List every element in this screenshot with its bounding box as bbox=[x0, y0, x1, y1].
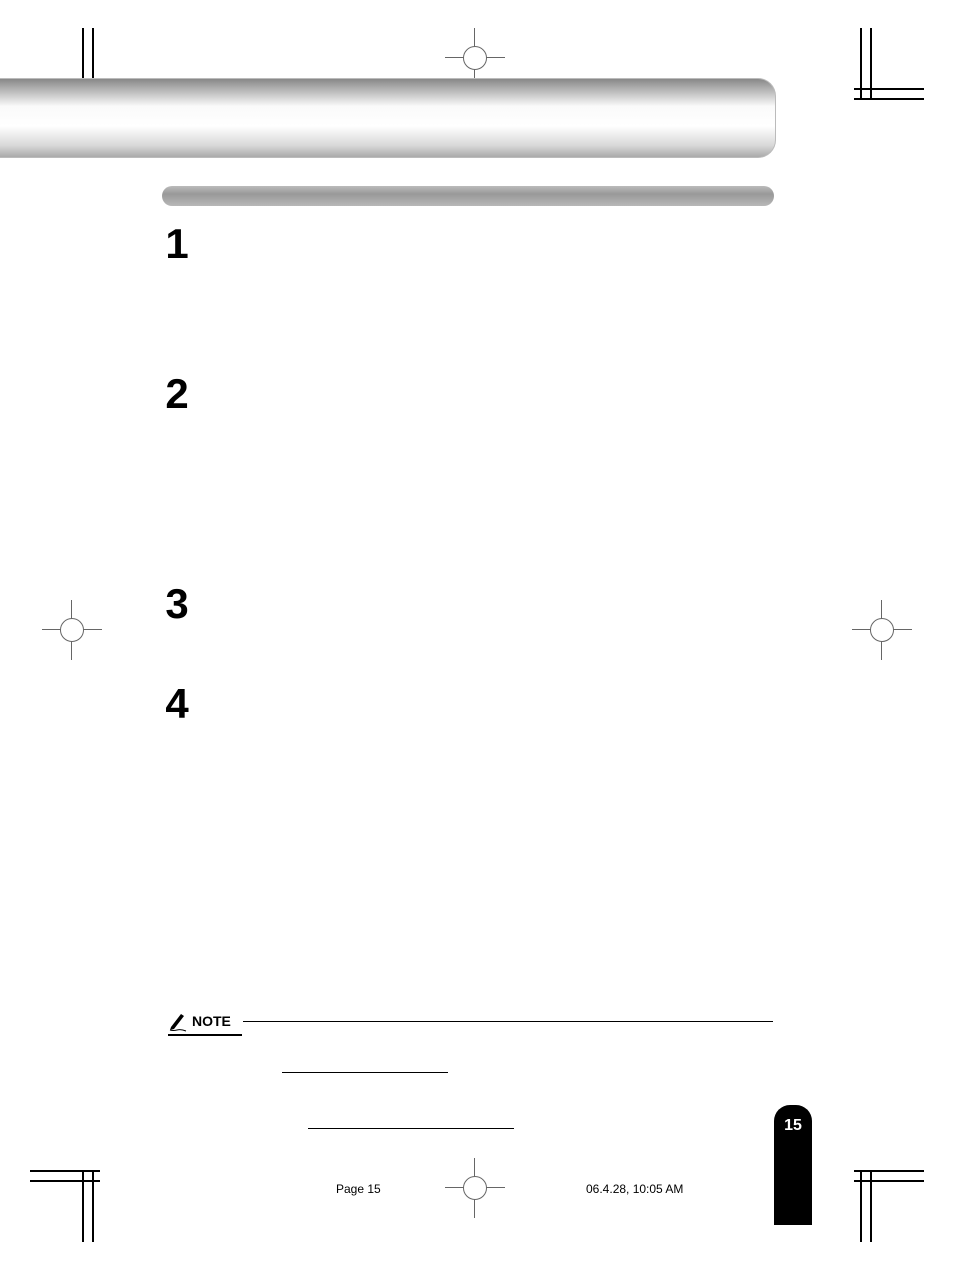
note-ref-line-2 bbox=[308, 1128, 514, 1129]
pencil-icon bbox=[168, 1010, 188, 1032]
step-number-3: 3 bbox=[162, 580, 192, 628]
crop-mark-br bbox=[844, 1142, 924, 1242]
note-block: NOTE bbox=[168, 1010, 773, 1036]
footer-date: 06.4.28, 10:05 AM bbox=[586, 1182, 683, 1196]
footer-page-number: Page 15 bbox=[336, 1182, 381, 1196]
note-label: NOTE bbox=[192, 1013, 231, 1029]
crop-mark-bl bbox=[30, 1142, 110, 1242]
step-number-2: 2 bbox=[162, 370, 192, 418]
note-ref-line-1 bbox=[282, 1072, 448, 1073]
crop-mark-tr bbox=[844, 28, 924, 128]
step-number-1: 1 bbox=[162, 220, 192, 268]
step-number-4: 4 bbox=[162, 680, 192, 728]
page-number-tab: 15 bbox=[774, 1105, 812, 1225]
registration-mark-right bbox=[852, 600, 912, 660]
sub-header-bar bbox=[162, 186, 774, 206]
registration-mark-left bbox=[42, 600, 102, 660]
registration-mark-bottom bbox=[445, 1158, 505, 1218]
header-bar bbox=[0, 78, 776, 158]
